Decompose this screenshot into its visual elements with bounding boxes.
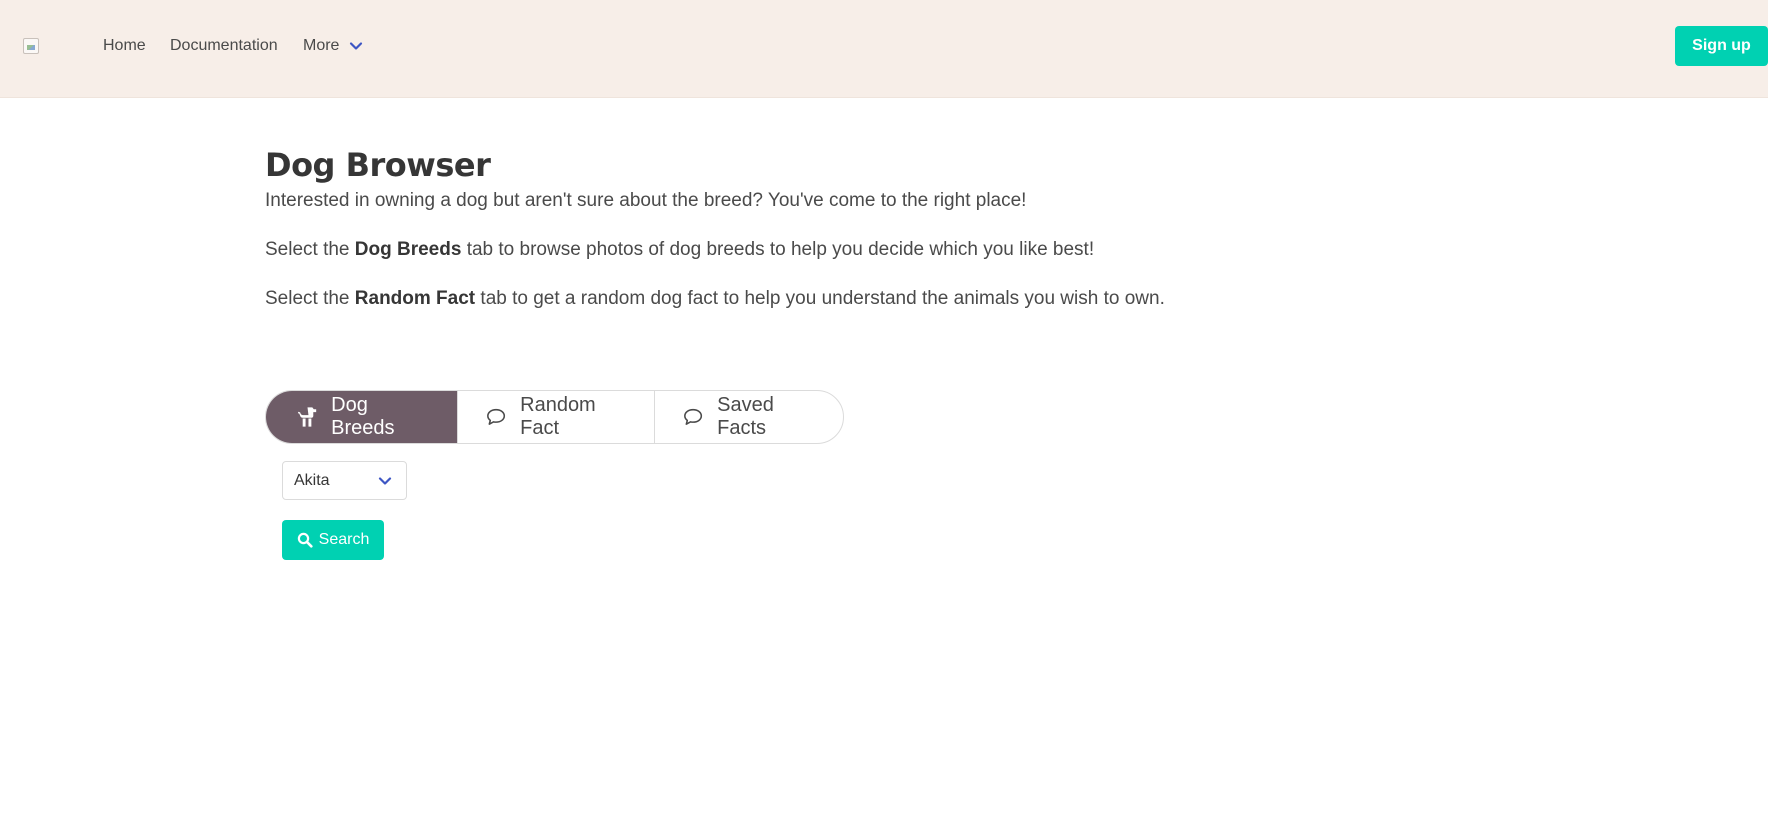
breed-select-value: Akita xyxy=(294,471,330,489)
dog-breeds-instruction: Select the Dog Breeds tab to browse phot… xyxy=(265,238,1094,262)
tab-bar: Dog Breeds Random Fact Saved Facts xyxy=(265,390,844,444)
instruction-suffix: tab to browse photos of dog breeds to he… xyxy=(461,239,1095,260)
nav-home-link[interactable]: Home xyxy=(103,36,146,56)
breed-select[interactable]: Akita xyxy=(282,461,407,500)
navbar: Home Documentation More Sign up xyxy=(0,0,1768,98)
instruction-bold: Random Fact xyxy=(354,288,476,309)
instruction-prefix: Select the xyxy=(265,239,355,260)
search-button[interactable]: Search xyxy=(282,520,384,560)
page-title: Dog Browser xyxy=(265,146,491,184)
nav-more-label: More xyxy=(303,37,340,54)
signup-button[interactable]: Sign up xyxy=(1675,26,1768,66)
tab-label: Random Fact xyxy=(520,394,596,439)
nav-documentation-link[interactable]: Documentation xyxy=(170,36,278,56)
nav-more-dropdown[interactable]: More xyxy=(303,36,363,56)
tab-label: Dog Breeds xyxy=(331,394,395,439)
tab-label: Saved Facts xyxy=(717,394,774,439)
instruction-bold: Dog Breeds xyxy=(354,239,462,260)
dog-icon xyxy=(297,407,317,427)
search-icon xyxy=(297,532,313,548)
broken-image-icon[interactable] xyxy=(23,38,39,54)
intro-text: Interested in owning a dog but aren't su… xyxy=(265,190,1027,211)
instruction-suffix: tab to get a random dog fact to help you… xyxy=(475,288,1165,309)
chevron-down-icon xyxy=(350,42,363,50)
chevron-down-icon xyxy=(378,477,392,485)
speech-bubble-icon xyxy=(684,408,703,425)
instruction-prefix: Select the xyxy=(265,288,355,309)
tab-random-fact[interactable]: Random Fact xyxy=(458,391,655,443)
search-button-label: Search xyxy=(318,531,370,548)
speech-bubble-icon xyxy=(487,408,506,425)
tab-dog-breeds[interactable]: Dog Breeds xyxy=(266,391,458,443)
tab-saved-facts[interactable]: Saved Facts xyxy=(655,391,843,443)
random-fact-instruction: Select the Random Fact tab to get a rand… xyxy=(265,287,1165,311)
